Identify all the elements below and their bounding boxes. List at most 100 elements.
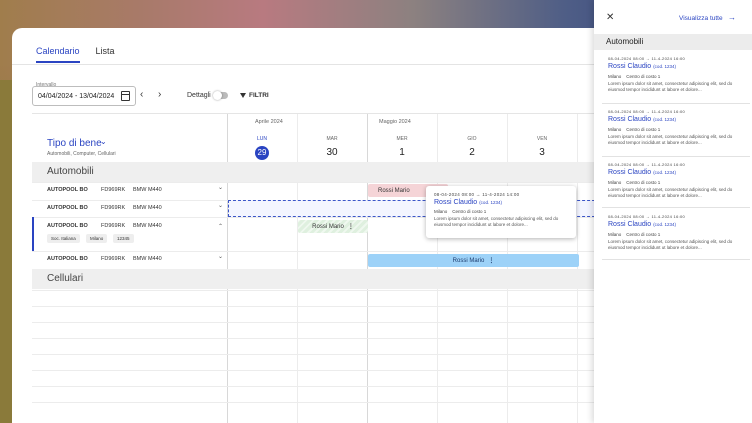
row-plate: FD969RK (101, 256, 126, 262)
close-icon[interactable]: ✕ (606, 12, 614, 23)
group-label: Automobili (47, 166, 94, 177)
chevron-down-icon[interactable]: ⌄ (218, 202, 223, 209)
card-date: 08-04-2024 08:00 → 11-4-2024 16:00 (608, 109, 686, 114)
booking-bar[interactable]: Rossi Mario ⋮ (368, 254, 579, 267)
card-name-text: Rossi Claudio (608, 169, 652, 176)
tag-chip: 12345 (113, 234, 134, 243)
card-meta: Milano Centro di costo 1 (608, 232, 744, 237)
day-header[interactable]: LUN 29 (227, 136, 297, 160)
row-divider (32, 306, 632, 307)
popover-text: Lorem ipsum dolor sit amet, consectetur … (434, 216, 559, 228)
row-divider (32, 354, 632, 355)
row-plate: FD969RK (101, 187, 126, 193)
card-code: (cod. 1234) (653, 222, 676, 227)
day-header[interactable]: MAR 30 (297, 136, 367, 160)
card-cost-center: Centro di costo 1 (626, 127, 661, 132)
chevron-down-icon[interactable]: ⌄ (100, 137, 107, 146)
selected-row-marker (32, 217, 34, 251)
more-options-icon[interactable]: ⋮ (348, 223, 354, 230)
view-tabs: Calendario Lista (36, 46, 115, 63)
tabs-divider (12, 64, 632, 65)
row-model: BMW M440 (133, 223, 162, 229)
booking-card[interactable]: 08-04-2024 08:00 → 11-4-2024 16:00 Rossi… (602, 162, 750, 208)
row-plate: FD969RK (101, 223, 126, 229)
arrow-right-icon[interactable]: → (728, 13, 736, 22)
card-name-text: Rossi Claudio (608, 221, 652, 228)
day-number: 30 (326, 147, 338, 158)
day-header[interactable]: VEN 3 (507, 136, 577, 160)
row-divider (32, 322, 632, 323)
card-name: Rossi Claudio (cod. 1234) (608, 221, 744, 228)
day-name: MAR (326, 136, 338, 142)
asset-type-subtitle: Automobili, Computer, Cellulari (47, 151, 116, 157)
row-divider (32, 290, 632, 291)
popover-date: 08-04-2024 08:00 → 11-4-2024 14:00 (434, 192, 520, 197)
row-pool: AUTOPOOL BO (47, 187, 88, 193)
row-pool: AUTOPOOL BO (47, 256, 88, 262)
day-name: VEN (536, 136, 548, 142)
group-header-automobili (32, 162, 632, 182)
card-code: (cod. 1234) (653, 117, 676, 122)
card-date: 08-04-2024 08:00 → 11-4-2024 16:00 (608, 56, 686, 61)
card-city: Milano (608, 180, 622, 185)
day-number: 3 (539, 147, 545, 158)
card-cost-center: Centro di costo 1 (626, 74, 661, 79)
popover-cost-center: Centro di costo 1 (452, 209, 487, 214)
card-cost-center: Centro di costo 1 (626, 180, 661, 185)
row-model: BMW M440 (133, 187, 162, 193)
tab-calendario[interactable]: Calendario (36, 46, 80, 63)
booking-card[interactable]: 08-04-2024 08:00 → 11-4-2024 16:00 Rossi… (602, 214, 750, 260)
chevron-up-icon[interactable]: ⌃ (218, 223, 223, 230)
interval-value: 04/04/2024 - 13/04/2024 (38, 92, 115, 100)
filter-icon (240, 93, 246, 98)
tab-lista[interactable]: Lista (96, 46, 115, 63)
row-pool: AUTOPOOL BO (47, 205, 88, 211)
day-header[interactable]: MER 1 (367, 136, 437, 160)
next-arrow-icon[interactable]: › (158, 89, 161, 100)
popover-name[interactable]: Rossi Claudio (cod. 1234) (434, 199, 568, 206)
row-divider (32, 338, 632, 339)
asset-type-title[interactable]: Tipo di bene (47, 138, 102, 149)
filter-button[interactable]: FILTRI (240, 92, 269, 99)
booking-card[interactable]: 08-04-2024 08:00 → 11-4-2024 16:00 Rossi… (602, 109, 750, 157)
popover-name-text: Rossi Claudio (434, 199, 478, 206)
day-name: MER (396, 136, 408, 142)
row-divider (32, 386, 632, 387)
month-label: Aprile 2024 (255, 119, 283, 125)
card-city: Milano (608, 127, 622, 132)
popover-city: Milano (434, 209, 448, 214)
month-label: Maggio 2024 (379, 119, 411, 125)
card-date: 08-04-2024 08:00 → 11-4-2024 16:00 (608, 162, 686, 167)
prev-arrow-icon[interactable]: ‹ (140, 89, 143, 100)
row-pool: AUTOPOOL BO (47, 223, 88, 229)
row-plate: FD969RK (101, 205, 126, 211)
card-date: 08-04-2024 08:00 → 11-4-2024 16:00 (608, 214, 686, 219)
group-header-cellulari (32, 269, 632, 289)
card-text: Lorem ipsum dolor sit amet, consectetur … (608, 239, 733, 251)
card-text: Lorem ipsum dolor sit amet, consectetur … (608, 134, 733, 146)
more-options-icon[interactable]: ⋮ (488, 257, 494, 264)
row-divider (32, 251, 632, 252)
side-panel: ✕ Visualizza tutte → Automobili 08-04-20… (594, 0, 752, 423)
card-code: (cod. 1234) (653, 170, 676, 175)
filter-label: FILTRI (249, 92, 269, 99)
popover-code: (cod. 1234) (479, 200, 502, 205)
group-label: Cellulari (47, 273, 84, 284)
booking-card[interactable]: 08-04-2024 08:00 → 11-4-2024 16:00 Rossi… (602, 56, 750, 104)
card-meta: Milano Centro di costo 1 (608, 180, 744, 185)
day-number: 1 (399, 147, 405, 158)
interval-field[interactable]: 04/04/2024 - 13/04/2024 (32, 86, 136, 106)
day-header[interactable]: GIO 2 (437, 136, 507, 160)
view-all-link[interactable]: Visualizza tutte (679, 15, 723, 22)
card-meta: Milano Centro di costo 1 (608, 74, 744, 79)
booking-label: Rossi Mario (312, 223, 344, 230)
day-name: LUN (256, 136, 267, 142)
chevron-down-icon[interactable]: ⌄ (218, 184, 223, 191)
calendar-icon[interactable] (121, 91, 130, 101)
details-toggle[interactable] (213, 90, 228, 100)
chevron-down-icon[interactable]: ⌄ (218, 253, 223, 260)
card-meta: Milano Centro di costo 1 (608, 127, 744, 132)
booking-bar[interactable]: Rossi Mario ⋮ (298, 220, 368, 233)
day-number: 29 (255, 146, 269, 160)
card-name-text: Rossi Claudio (608, 116, 652, 123)
